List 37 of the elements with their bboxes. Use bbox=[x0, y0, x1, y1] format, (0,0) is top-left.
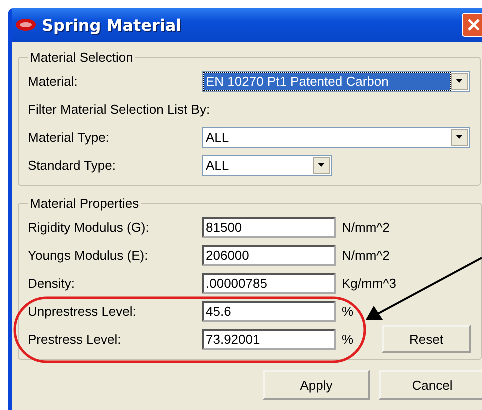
dropdown-button[interactable] bbox=[451, 72, 468, 90]
dropdown[interactable]: ALL bbox=[202, 154, 332, 176]
unit-label: N/mm^2 bbox=[342, 220, 390, 234]
apply-button[interactable]: Apply bbox=[263, 370, 370, 400]
window-title: Spring Material bbox=[42, 16, 182, 34]
dropdown[interactable]: EN 10270 Pt1 Patented Carbon bbox=[202, 70, 470, 92]
field-label: Unprestress Level: bbox=[28, 304, 138, 318]
field-label: Material Type: bbox=[28, 130, 110, 144]
field-label: Standard Type: bbox=[28, 158, 117, 172]
field-label: Prestress Level: bbox=[28, 332, 122, 346]
field-label: Youngs Modulus (E): bbox=[28, 248, 150, 262]
close-button[interactable] bbox=[462, 13, 482, 37]
unit-label: % bbox=[342, 332, 355, 346]
field-label: Material: bbox=[28, 74, 79, 88]
caret-icon bbox=[456, 79, 463, 83]
cancel-button[interactable]: Cancel bbox=[379, 370, 482, 400]
caret-icon bbox=[456, 135, 463, 139]
input-field[interactable]: 206000 bbox=[202, 244, 336, 266]
input-field[interactable]: 81500 bbox=[202, 216, 336, 238]
unit-label: % bbox=[342, 304, 355, 318]
input-field[interactable]: 45.6 bbox=[202, 300, 336, 322]
dropdown-button[interactable] bbox=[313, 156, 330, 174]
input-field[interactable]: .00000785 bbox=[202, 272, 336, 294]
field-label: Density: bbox=[28, 276, 76, 290]
input-field[interactable]: 73.92001 bbox=[202, 328, 336, 350]
field-label: Rigidity Modulus (G): bbox=[28, 220, 150, 234]
group-title: Material Selection bbox=[29, 50, 134, 65]
dropdown[interactable]: ALL bbox=[202, 126, 470, 148]
filter-label: Filter Material Selection List By: bbox=[28, 102, 210, 116]
close-icon bbox=[468, 19, 480, 31]
logo-icon bbox=[16, 19, 36, 31]
group-title: Material Properties bbox=[29, 196, 140, 211]
unit-label: Kg/mm^3 bbox=[342, 276, 397, 290]
unit-label: N/mm^2 bbox=[342, 248, 390, 262]
reset-button[interactable]: Reset bbox=[382, 325, 471, 353]
caret-icon bbox=[318, 163, 325, 167]
dropdown-button[interactable] bbox=[451, 128, 468, 146]
